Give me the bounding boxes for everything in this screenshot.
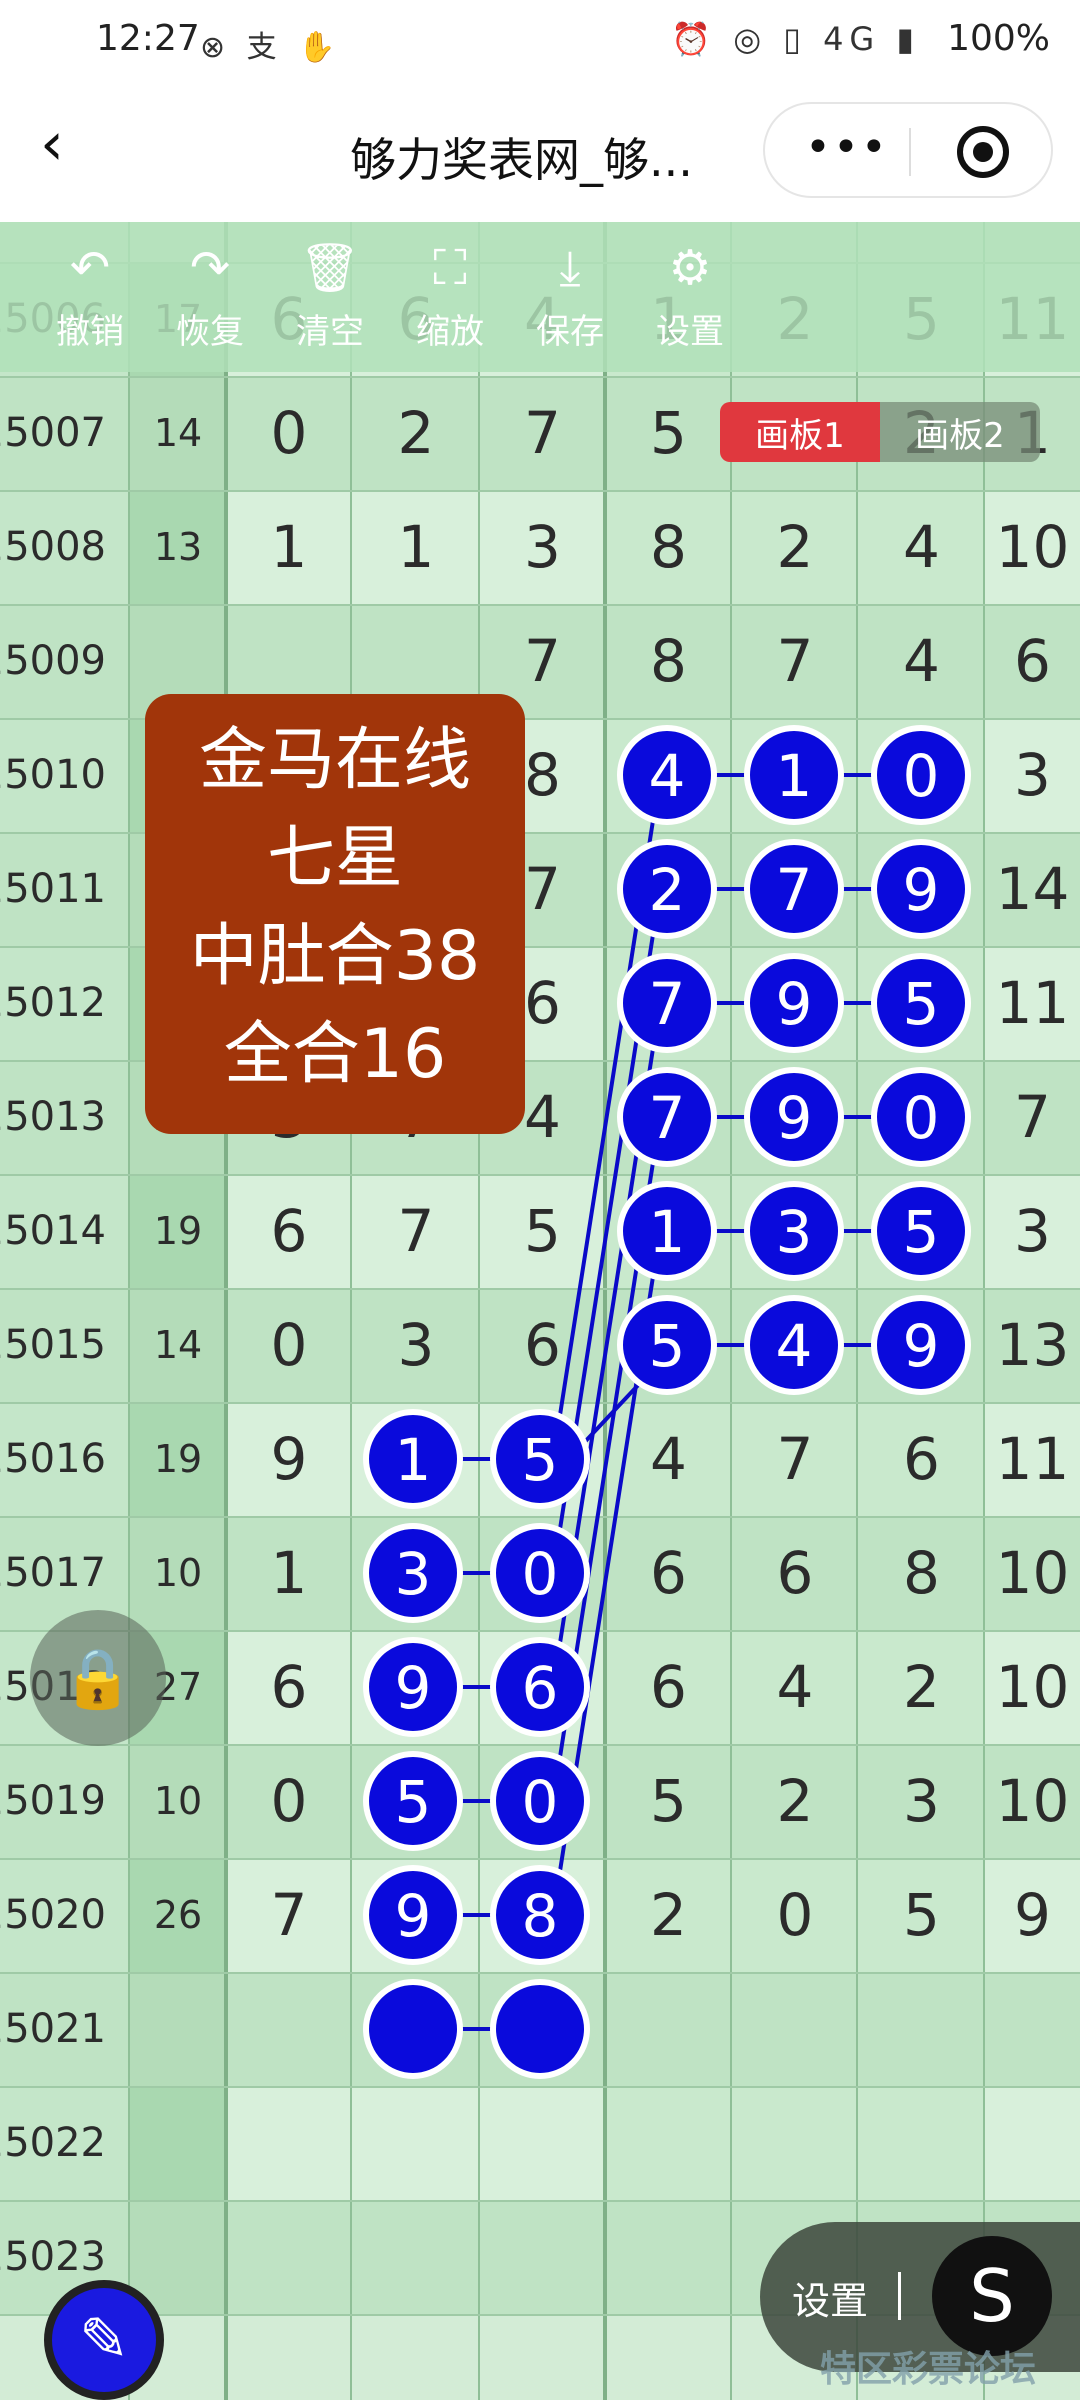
toolbar-button-4[interactable]: ⤓ 保存 (510, 240, 630, 353)
circle-digit: 9 (395, 1882, 432, 1950)
battery-level: 100% (947, 18, 1050, 59)
circle-digit: 1 (395, 1426, 432, 1494)
status-bar: 12:27 ⊗ 支 ✋ ⏰ ◎ ▯ 4G ▮ 100% (0, 0, 1080, 82)
circle-digit: 9 (395, 1654, 432, 1722)
tab-board-1[interactable]: 画板1 (720, 402, 880, 462)
circle-digit: 5 (903, 1198, 940, 1266)
circle-digit: 5 (395, 1768, 432, 1836)
circle-digit: 3 (395, 1540, 432, 1608)
toolbar-label: 清空 (296, 312, 364, 352)
settings-button[interactable]: 设置 (792, 2270, 868, 2325)
circle-digit: 4 (649, 742, 686, 810)
circle-digit: 9 (776, 970, 813, 1038)
toolbar-icon: ⚙ (668, 240, 712, 296)
toolbar-label: 缩放 (416, 312, 484, 352)
circle-digit: 1 (776, 742, 813, 810)
circle-digit: 0 (522, 1768, 559, 1836)
toolbar-icon: ↷ (189, 240, 231, 296)
status-time: 12:27 (96, 18, 200, 59)
circle-digit: 5 (649, 1312, 686, 1380)
circle-digit: 6 (522, 1654, 559, 1722)
toolbar-label: 撤销 (56, 312, 124, 352)
circle-digit: 0 (522, 1540, 559, 1608)
mini-program-capsule: ••• (763, 102, 1053, 198)
toolbar-button-0[interactable]: ↶ 撤销 (30, 240, 150, 353)
toolbar-label: 设置 (656, 312, 724, 352)
marked-circle[interactable] (363, 1979, 463, 2079)
toolbar-icon: ⤓ (559, 240, 581, 296)
circle-digit: 9 (903, 1312, 940, 1380)
note-line: 七星 (266, 819, 403, 898)
toolbar-button-1[interactable]: ↷ 恢复 (150, 240, 270, 353)
capsule-divider (909, 128, 911, 176)
circle-digit: 7 (649, 970, 686, 1038)
toolbar-icon: ⛶ (433, 240, 467, 296)
status-left-icons: ⊗ 支 ✋ (200, 30, 342, 65)
drawing-board[interactable]: 2500617664125112500714027502125008131138… (0, 222, 1080, 2400)
circle-digit: 5 (903, 970, 940, 1038)
toolbar-label: 恢复 (176, 312, 244, 352)
toolbar-button-3[interactable]: ⛶ 缩放 (390, 240, 510, 353)
circle-digit: 0 (903, 742, 940, 810)
page-title: 够力奖表网_够... (350, 133, 693, 187)
toolbar-button-5[interactable]: ⚙ 设置 (630, 240, 750, 353)
toolbar-button-2[interactable]: 🗑 清空 (270, 240, 390, 353)
board-tabs: 画板1 画板2 (720, 402, 1040, 462)
circle-digit: 0 (903, 1084, 940, 1152)
circle-digit: 1 (649, 1198, 686, 1266)
note-line: 全合16 (223, 1015, 447, 1094)
back-icon[interactable]: ‹ (40, 114, 64, 174)
marked-circle[interactable] (490, 1979, 590, 2079)
tab-board-2[interactable]: 画板2 (880, 402, 1040, 462)
status-right-icons: ⏰ ◎ ▯ 4G ▮ (671, 20, 920, 58)
circle-digit: 7 (776, 856, 813, 924)
note-line: 金马在线 (198, 721, 471, 800)
circle-digit: 3 (776, 1198, 813, 1266)
panel-divider (898, 2272, 901, 2320)
lock-icon[interactable]: 🔒 (30, 1610, 166, 1746)
toolbar-label: 保存 (536, 312, 604, 352)
drawing-overlay: 4 1 0 2 7 9 7 9 5 7 9 0 1 3 5 5 4 9 1 5 3 0 9 6 5 0 9 8 (363, 725, 971, 2079)
note-line: 中肚合38 (189, 917, 481, 996)
circle-digit: 2 (649, 856, 686, 924)
close-target-icon[interactable] (957, 126, 1009, 178)
annotation-note: 金马在线 七星 中肚合38 全合16 (145, 694, 525, 1134)
more-options-button[interactable]: ••• (805, 122, 889, 173)
circle-digit: 9 (903, 856, 940, 924)
circle-digit: 4 (776, 1312, 813, 1380)
circle-digit: 9 (776, 1084, 813, 1152)
nav-bar: ‹ 够力奖表网_够... ••• (0, 82, 1080, 222)
s-button[interactable]: S (932, 2236, 1052, 2356)
circle-digit: 8 (522, 1882, 559, 1950)
toolbar-icon: ↶ (69, 240, 111, 296)
watermark: 特区彩票论坛 (820, 2349, 1037, 2390)
drawing-toolbar: ↶ 撤销 ↷ 恢复 🗑 清空 ⛶ 缩放 ⤓ 保存 ⚙ 设置 (0, 222, 1080, 372)
circle-digit: 7 (649, 1084, 686, 1152)
toolbar-icon: 🗑 (299, 240, 361, 296)
circle-digit: 5 (522, 1426, 559, 1494)
pen-icon[interactable]: ✎ (44, 2280, 164, 2400)
